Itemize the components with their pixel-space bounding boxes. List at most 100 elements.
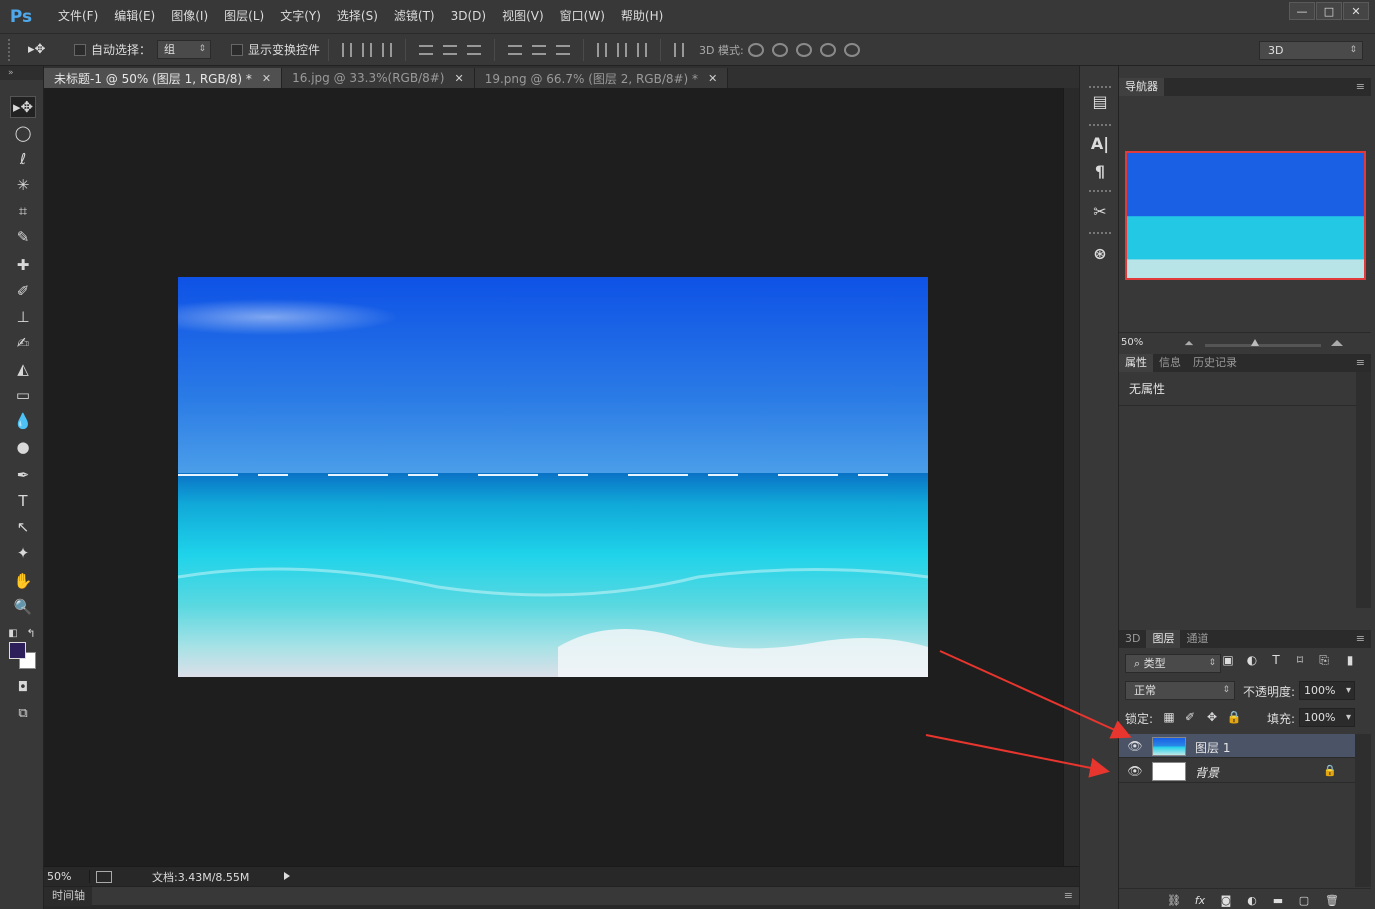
history-icon[interactable]: ▤ <box>1090 90 1110 112</box>
layer-lock-icon[interactable]: 🔒 <box>1323 764 1337 777</box>
blur-tool-icon[interactable]: 💧 <box>10 410 36 432</box>
elliptical-marquee-tool-icon[interactable]: ◯ <box>10 122 36 144</box>
gradient-tool-icon[interactable]: ▭ <box>10 384 36 406</box>
delete-layer-icon[interactable]: 🗑 <box>1325 893 1339 907</box>
clone-stamp-tool-icon[interactable]: ⊥ <box>10 306 36 328</box>
tab-layers-1[interactable]: 图层 <box>1146 630 1181 648</box>
options-grip[interactable] <box>8 38 14 61</box>
navigator-thumbnail[interactable] <box>1125 151 1366 280</box>
filter-adjustment-icon[interactable]: ◐ <box>1245 653 1259 667</box>
creative-cloud-icon[interactable]: ⊛ <box>1090 242 1110 264</box>
lock-pixels-icon[interactable]: ✐ <box>1183 710 1197 724</box>
paragraph-icon[interactable]: ¶ <box>1090 160 1110 182</box>
strip-grip[interactable] <box>1089 124 1111 128</box>
align-top-icon[interactable] <box>342 42 353 57</box>
align-vcenter-icon[interactable] <box>362 42 373 57</box>
document-tab[interactable]: 16.jpg @ 33.3%(RGB/8#) ✕ <box>282 68 475 88</box>
layer-name[interactable]: 背景 <box>1195 764 1219 781</box>
timeline-tab[interactable]: 时间轴 <box>44 887 92 906</box>
close-button[interactable]: ✕ <box>1343 2 1369 20</box>
character-icon[interactable]: A| <box>1090 132 1110 154</box>
properties-menu-icon[interactable]: ≡ <box>1356 356 1365 369</box>
distribute-hcenter-icon[interactable] <box>617 42 628 57</box>
filter-type-icon[interactable]: T <box>1269 653 1283 667</box>
toolbox-collapse[interactable]: » <box>0 66 43 80</box>
tab-navigator[interactable]: 导航器 <box>1119 78 1164 96</box>
3d-orbit-icon[interactable] <box>747 42 764 57</box>
close-tab-icon[interactable]: ✕ <box>708 72 717 85</box>
layer-filter-dropdown[interactable]: ⌕ 类型 <box>1125 654 1221 673</box>
menu-item[interactable]: 图层(L) <box>216 0 272 33</box>
layer-row[interactable]: 👁 图层 1 <box>1119 734 1355 758</box>
lock-all-icon[interactable]: 🔒 <box>1227 710 1242 724</box>
filter-toggle-icon[interactable]: ▮ <box>1343 653 1357 667</box>
auto-select-dropdown[interactable]: 组 <box>157 40 212 59</box>
menu-item[interactable]: 文件(F) <box>50 0 106 33</box>
export-icon[interactable] <box>96 870 112 883</box>
tab-properties-2[interactable]: 历史记录 <box>1187 354 1243 372</box>
3d-slide-icon[interactable] <box>819 42 836 57</box>
path-selection-tool-icon[interactable]: ↖ <box>10 516 36 538</box>
maximize-button[interactable]: □ <box>1316 2 1342 20</box>
timeline-menu-icon[interactable]: ≡ <box>1064 889 1073 902</box>
status-zoom[interactable]: 50% <box>44 870 90 883</box>
align-left-icon[interactable] <box>419 44 434 55</box>
navigator-slider-knob[interactable] <box>1251 339 1259 346</box>
filter-pixel-icon[interactable]: ▣ <box>1221 653 1235 667</box>
navigator-menu-icon[interactable]: ≡ <box>1356 80 1365 93</box>
menu-item[interactable]: 视图(V) <box>494 0 552 33</box>
screen-mode-icon[interactable]: ⧉ <box>10 702 36 724</box>
close-tab-icon[interactable]: ✕ <box>454 72 463 85</box>
eraser-tool-icon[interactable]: ◭ <box>10 358 36 380</box>
new-layer-icon[interactable]: ▢ <box>1297 893 1311 907</box>
menu-item[interactable]: 选择(S) <box>329 0 386 33</box>
tab-layers-0[interactable]: 3D <box>1119 630 1146 648</box>
zoom-tool-icon[interactable]: 🔍 <box>10 596 36 618</box>
swap-colors-icon[interactable]: ↰ <box>24 622 38 644</box>
align-bottom-icon[interactable] <box>382 42 393 57</box>
distribute-top-icon[interactable] <box>508 44 523 55</box>
document-tab[interactable]: 19.png @ 66.7% (图层 2, RGB/8#) * ✕ <box>474 68 729 88</box>
lasso-tool-icon[interactable]: ℓ <box>10 148 36 170</box>
zoom-out-icon[interactable] <box>1184 340 1194 346</box>
new-group-icon[interactable]: ▬ <box>1271 893 1285 907</box>
canvas-vertical-scrollbar[interactable] <box>1063 88 1079 866</box>
lock-transparent-icon[interactable]: ▦ <box>1162 710 1176 724</box>
eyedropper-tool-icon[interactable]: ✎ <box>10 226 36 248</box>
lock-position-icon[interactable]: ✥ <box>1205 710 1219 724</box>
hand-tool-icon[interactable]: ✋ <box>10 570 36 592</box>
foreground-color-swatch[interactable] <box>9 642 26 659</box>
crop-tool-icon[interactable]: ⌗ <box>10 200 36 222</box>
canvas-image[interactable] <box>178 277 928 677</box>
filter-shape-icon[interactable]: ⌑ <box>1293 653 1307 667</box>
canvas-area[interactable] <box>44 88 1063 866</box>
navigator-zoom-slider[interactable] <box>1205 344 1321 347</box>
menu-item[interactable]: 文字(Y) <box>272 0 329 33</box>
status-menu-arrow-icon[interactable] <box>284 872 290 880</box>
opacity-input[interactable]: 100% <box>1299 681 1355 700</box>
workspace-dropdown[interactable]: 3D <box>1259 41 1363 60</box>
document-tab[interactable]: 未标题-1 @ 50% (图层 1, RGB/8) * ✕ <box>44 68 283 88</box>
menu-item[interactable]: 编辑(E) <box>106 0 163 33</box>
menu-item[interactable]: 帮助(H) <box>613 0 671 33</box>
minimize-button[interactable]: — <box>1289 2 1315 20</box>
show-transform-checkbox[interactable] <box>231 43 244 56</box>
align-right-icon[interactable] <box>467 44 482 55</box>
zoom-in-icon[interactable] <box>1331 340 1343 346</box>
distribute-vcenter-icon[interactable] <box>532 44 547 55</box>
quick-mask-icon[interactable]: ◘ <box>10 676 36 698</box>
menu-item[interactable]: 窗口(W) <box>552 0 613 33</box>
distribute-left-icon[interactable] <box>597 42 608 57</box>
filter-smart-object-icon[interactable]: ⎘ <box>1317 653 1331 667</box>
menu-item[interactable]: 滤镜(T) <box>386 0 443 33</box>
auto-select-checkbox[interactable] <box>74 43 86 56</box>
add-mask-icon[interactable]: ◙ <box>1219 893 1233 907</box>
strip-grip[interactable] <box>1089 190 1111 194</box>
tool-presets-icon[interactable]: ✂ <box>1090 200 1110 222</box>
brush-tool-icon[interactable]: ✐ <box>10 280 36 302</box>
navigator-zoom[interactable]: 50% <box>1121 337 1143 348</box>
distribute-right-icon[interactable] <box>637 42 648 57</box>
history-brush-tool-icon[interactable]: ✍ <box>10 332 36 354</box>
default-colors-icon[interactable]: ◧ <box>6 622 20 644</box>
eye-icon[interactable]: 👁 <box>1127 764 1142 778</box>
